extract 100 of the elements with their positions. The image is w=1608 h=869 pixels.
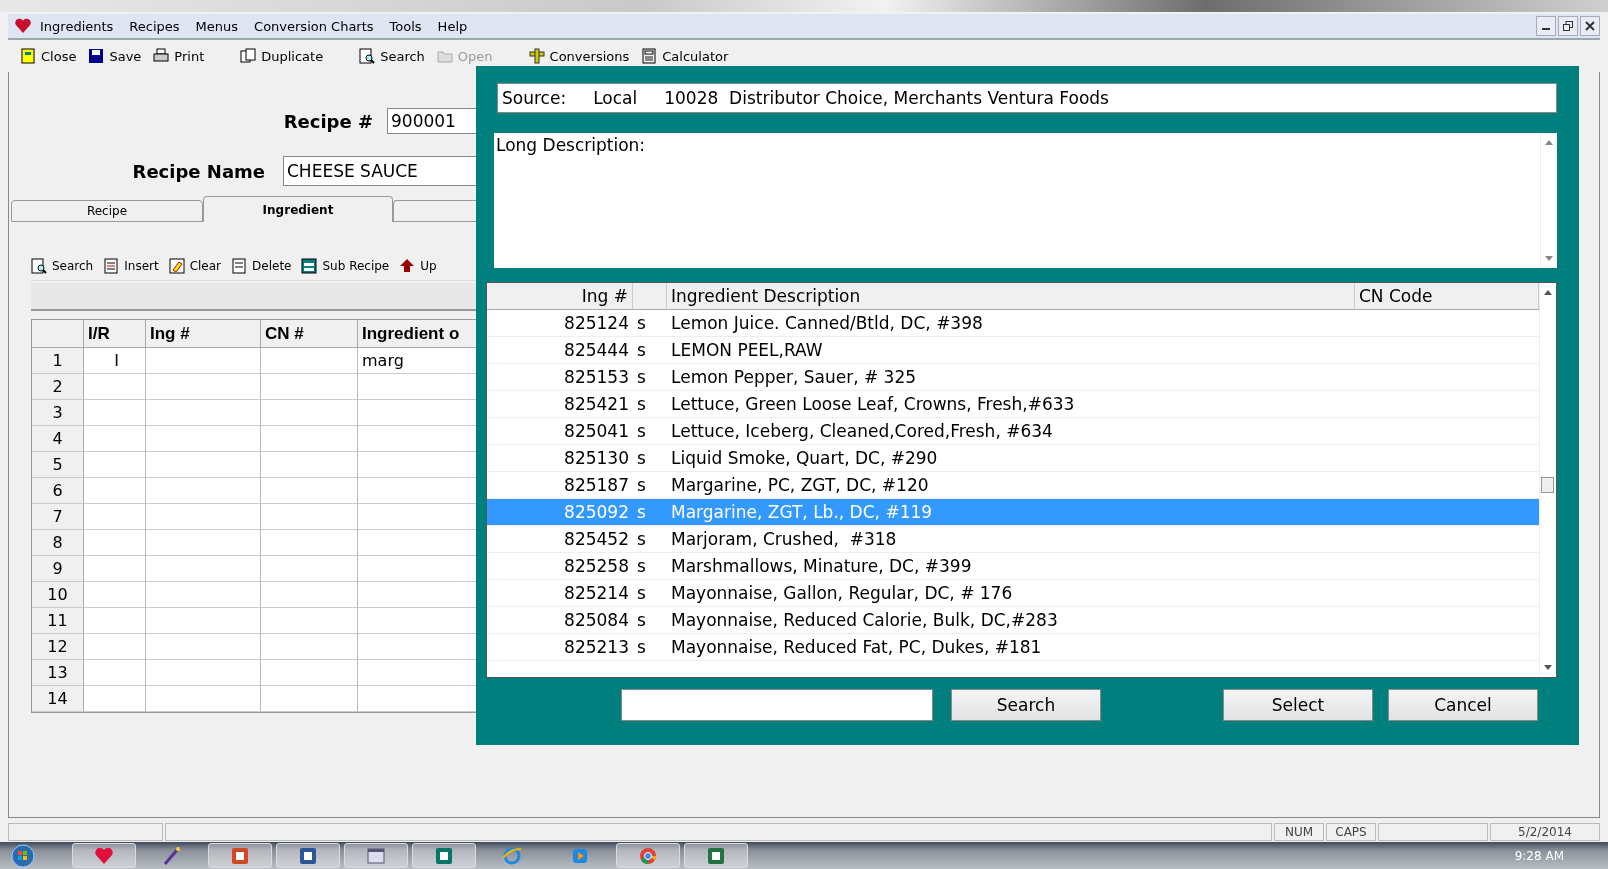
window-icon [301,258,318,274]
heart-icon [94,845,114,866]
toolbar-button[interactable]: Close [16,46,81,66]
table-cell-text: s [636,529,647,549]
table-cell [84,660,146,686]
spreadsheet-app-icon [706,845,726,866]
page-icon [231,258,248,274]
row-number: 8 [32,530,84,556]
column-header: Ingredient o [358,320,479,348]
row-number: 11 [32,608,84,634]
table-cell-text: s [636,583,647,603]
menu-item[interactable]: Recipes [121,18,188,34]
select-button[interactable]: Select [1223,689,1373,721]
table-cell-text: Mayonnaise, Reduced Calorie, Bulk, DC,#283 [670,610,1059,630]
documents-icon [240,48,257,64]
down-arrow-icon [1545,256,1553,262]
table-cell-text: 825214 [563,583,630,603]
browser-icon [502,845,522,866]
menu-item[interactable]: Tools [381,18,430,34]
long-description-label: Long Description: [495,134,647,157]
recipe-name-field[interactable]: CHEESE SAUCE [283,156,479,186]
search-icon [31,258,47,274]
row-number: 12 [32,634,84,660]
tab[interactable]: Recipe [11,200,203,222]
table-cell-text: s [636,421,647,441]
taskbar-button[interactable] [344,843,408,868]
tab[interactable]: Ingredient [203,196,393,222]
column-header: I/R [84,320,146,348]
taskbar-button[interactable] [616,843,680,868]
grid-toolbar-button[interactable]: Delete [231,258,292,274]
document-app-icon [298,845,318,866]
taskbar-button[interactable] [276,843,340,868]
search-icon [359,48,376,64]
grid-toolbar-button[interactable]: Search [31,258,94,274]
grid-toolbar-button[interactable]: Up [399,258,437,274]
table-cell-text: 825130 [563,448,630,468]
close-icon [1585,21,1595,31]
table-cell-text: Lemon Juice. Canned/Btld, DC, #398 [670,313,984,333]
table-cell-text: s [636,367,647,387]
toolbar-button[interactable]: Search [355,46,429,66]
table-cell-text: 825444 [563,340,630,360]
table-cell: I [84,348,146,374]
table-cell [84,608,146,634]
grid-toolbar-button[interactable]: Insert [103,258,159,274]
taskbar-button[interactable] [412,843,476,868]
search-field[interactable] [621,689,933,721]
table-cell-text: Liquid Smoke, Quart, DC, #290 [670,448,939,468]
taskbar-button[interactable] [684,843,748,868]
window-icon [366,845,386,866]
table-cell [84,556,146,582]
grid-toolbar-button[interactable]: Sub Recipe [301,258,390,274]
table-cell-text: s [636,637,647,657]
menu-item[interactable]: Menus [187,18,247,34]
table-cell-text: 825213 [563,637,630,657]
long-description-box[interactable]: Long Description: [494,133,1557,268]
scrollbar[interactable] [1539,283,1556,677]
table-cell [84,686,146,712]
scroll-thumb[interactable] [1541,477,1554,493]
table-cell-text: s [636,502,647,522]
table-cell-text: 825041 [563,421,630,441]
taskbar-button[interactable] [208,843,272,868]
menu-item[interactable]: Ingredients [32,18,122,34]
up-arrow-icon [399,258,416,274]
toolbar-button[interactable]: Calculator [637,46,733,66]
close-button[interactable] [1580,16,1600,36]
search-button[interactable]: Search [951,689,1101,721]
table-cell [84,504,146,530]
caps-indicator: CAPS [1326,823,1376,841]
start-orb-icon[interactable] [8,843,38,868]
taskbar-button[interactable] [72,843,136,868]
toolbar-button[interactable]: Conversions [524,46,634,66]
row-number: 10 [32,582,84,608]
menu-item[interactable]: Help [429,18,476,34]
grid-toolbar-button[interactable]: Clear [168,258,222,274]
table-cell [84,374,146,400]
table-cell-text: 825187 [563,475,630,495]
table-cell-text: Mayonnaise, Gallon, Regular, DC, # 176 [670,583,1014,603]
table-cell-text: Marshmallows, Minature, DC, #399 [670,556,973,576]
row-number: 2 [32,374,84,400]
table-cell-text: Marjoram, Crushed, #318 [670,529,898,549]
toolbar-button[interactable]: Duplicate [236,46,328,66]
recipe-number-field[interactable]: 900001 [387,108,479,134]
menu-item[interactable]: Conversion Charts [246,18,382,34]
num-indicator: NUM [1274,823,1324,841]
row-number: 4 [32,426,84,452]
restore-icon [1563,21,1573,31]
slides-app-icon [230,845,250,866]
restore-button[interactable] [1558,16,1578,36]
minimize-button[interactable] [1536,16,1556,36]
toolbar-button[interactable]: Print [149,46,209,66]
table-cell-text: Lettuce, Iceberg, Cleaned,Cored,Fresh, #634 [670,421,1054,441]
clock: 9:28 AM [1514,848,1564,863]
table-cell [84,478,146,504]
row-number: 6 [32,478,84,504]
cancel-button[interactable]: Cancel [1388,689,1538,721]
table-cell-text: 825421 [563,394,630,414]
up-arrow-icon [1544,289,1552,295]
table-cell [84,452,146,478]
toolbar-button[interactable]: Save [84,46,146,66]
table-cell-text: s [636,556,647,576]
